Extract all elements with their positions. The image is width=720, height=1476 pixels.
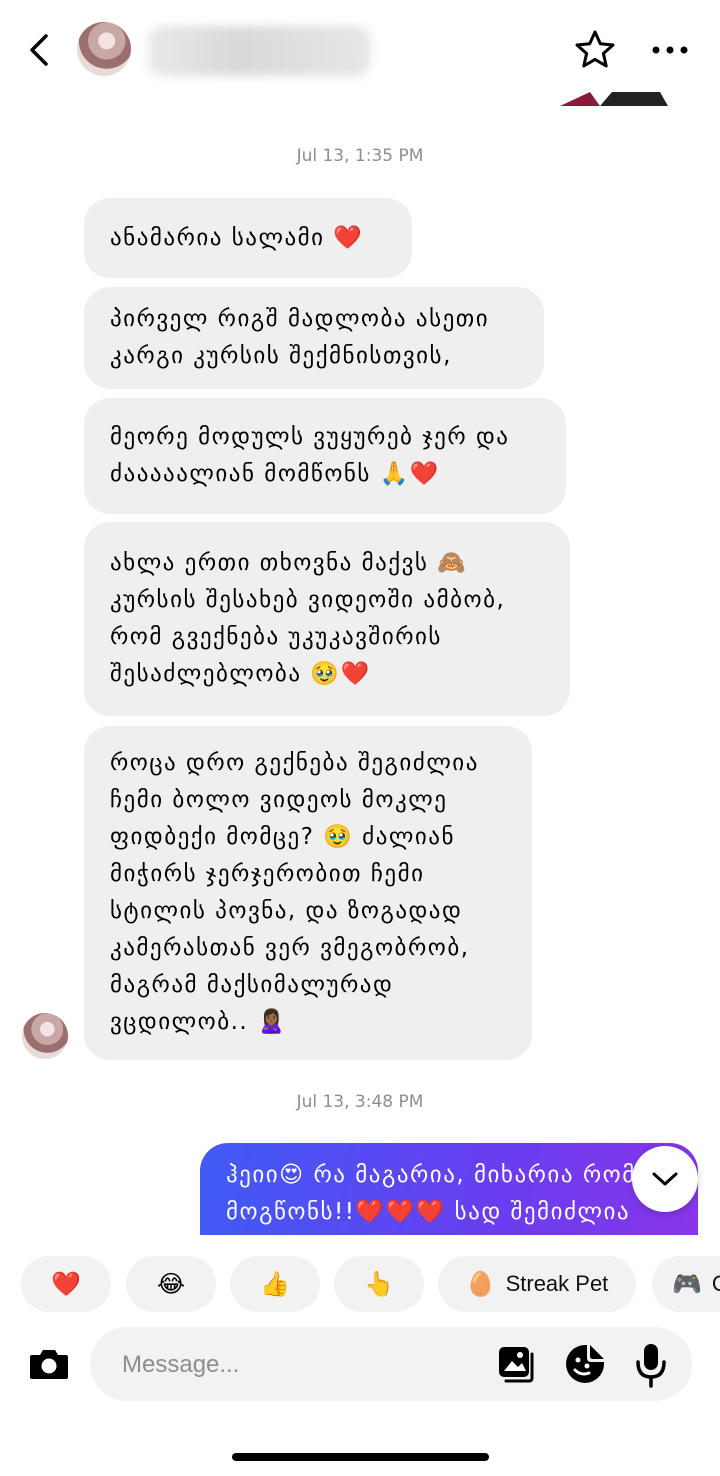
back-button[interactable]: [20, 28, 60, 72]
incoming-message[interactable]: პირველ რიგშ მადლობა ასეთი კარგი კურსის შ…: [84, 287, 544, 389]
thumbs-up-icon: 👍: [260, 1270, 290, 1298]
games-chip[interactable]: 🎮 G: [652, 1256, 720, 1312]
message-line: კამერასთან ვერ ვმეგობრობ,: [110, 935, 470, 961]
message-line: მეორე მოდულს ვუყურებ ჯერ და: [110, 424, 510, 450]
message-line: პირველ რიგშ მადლობა ასეთი: [110, 306, 490, 332]
message-line: ძააააალიან მომწონს 🙏❤️: [110, 461, 441, 487]
chevron-left-icon: [30, 34, 48, 66]
contact-avatar[interactable]: [77, 22, 131, 76]
chevron-down-icon: [652, 1172, 678, 1186]
message-line: შესაძლებლობა 🥹❤️: [110, 661, 371, 687]
favorite-button[interactable]: [573, 28, 617, 72]
sender-avatar[interactable]: [22, 1013, 68, 1059]
message-line: სტილის პოვნა, და ზოგადად: [110, 898, 463, 924]
camera-button[interactable]: [26, 1341, 72, 1387]
gallery-icon: [499, 1347, 534, 1383]
incoming-message[interactable]: როცა დრო გექნება შეგიძლია ჩემი ბოლო ვიდე…: [84, 726, 532, 1060]
message-line: მაგრამ მაქსიმალურად: [110, 972, 394, 998]
message-line: როცა დრო გექნება შეგიძლია: [110, 750, 479, 776]
camera-icon: [30, 1350, 68, 1379]
streak-pet-chip[interactable]: 🥚 Streak Pet: [438, 1256, 636, 1312]
reaction-thumbs-up[interactable]: 👍: [230, 1256, 320, 1312]
home-indicator: [232, 1453, 489, 1461]
sticker-icon: [566, 1345, 604, 1383]
laughing-icon: 😂: [156, 1270, 186, 1298]
message-input[interactable]: [120, 1327, 484, 1403]
message-line: კარგი კურსის შექმნისთვის,: [110, 343, 452, 369]
message-line: მიჭირს ჯერჯერობით ჩემი: [110, 861, 425, 887]
message-line: კურსის შესახებ ვიდეოში ამბობ,: [110, 587, 506, 613]
timestamp: Jul 13, 1:35 PM: [296, 146, 424, 166]
message-line: ახლა ერთი თხოვნა მაქვს 🙈: [110, 550, 468, 576]
streak-pet-label: Streak Pet: [505, 1271, 609, 1296]
game-controller-icon: 🎮: [672, 1270, 702, 1298]
gallery-button[interactable]: [496, 1344, 540, 1384]
more-icon: [652, 46, 688, 54]
more-options-button[interactable]: [648, 32, 692, 68]
quick-reactions: ❤️ 😂 👍 👆 🥚 Streak Pet 🎮 G: [0, 1256, 720, 1312]
message-line: ჰეიი😍 რა მაგარია, მიხარია რომ: [226, 1162, 636, 1188]
star-icon: [575, 30, 615, 68]
microphone-icon: [636, 1344, 666, 1388]
timestamp: Jul 13, 3:48 PM: [296, 1092, 424, 1112]
message-line: რომ გვექნება უკუკავშირის: [110, 624, 442, 650]
games-label: G: [712, 1271, 720, 1297]
message-line: მოგწონს!!❤️❤️❤️ სად შემიძლია: [226, 1199, 631, 1225]
incoming-message[interactable]: ახლა ერთი თხოვნა მაქვს 🙈 კურსის შესახებ …: [84, 522, 570, 716]
reaction-laugh[interactable]: 😂: [126, 1256, 216, 1312]
point-up-icon: 👆: [364, 1270, 394, 1298]
previous-message-edge: [560, 92, 668, 106]
contact-name-blurred[interactable]: [148, 26, 370, 76]
reaction-point-up[interactable]: 👆: [334, 1256, 424, 1312]
incoming-message[interactable]: ანამარია სალამი ❤️: [84, 198, 412, 278]
microphone-button[interactable]: [633, 1342, 669, 1388]
message-line: ვცდილობ.. 🙎🏾‍♀️: [110, 1009, 288, 1035]
scroll-to-bottom-button[interactable]: [632, 1146, 698, 1212]
message-line: ანამარია სალამი ❤️: [110, 224, 364, 251]
chat-header: [0, 0, 720, 106]
incoming-message[interactable]: მეორე მოდულს ვუყურებ ჯერ და ძააააალიან მ…: [84, 398, 566, 514]
sticker-button[interactable]: [563, 1342, 607, 1386]
reaction-heart[interactable]: ❤️: [21, 1256, 111, 1312]
message-line: ჩემი ბოლო ვიდეოს მოკლე: [110, 787, 448, 813]
message-line: ფიდბექი მომცე? 🥹 ძალიან: [110, 824, 455, 850]
egg-icon: 🥚: [465, 1270, 496, 1298]
heart-icon: ❤️: [51, 1270, 81, 1298]
